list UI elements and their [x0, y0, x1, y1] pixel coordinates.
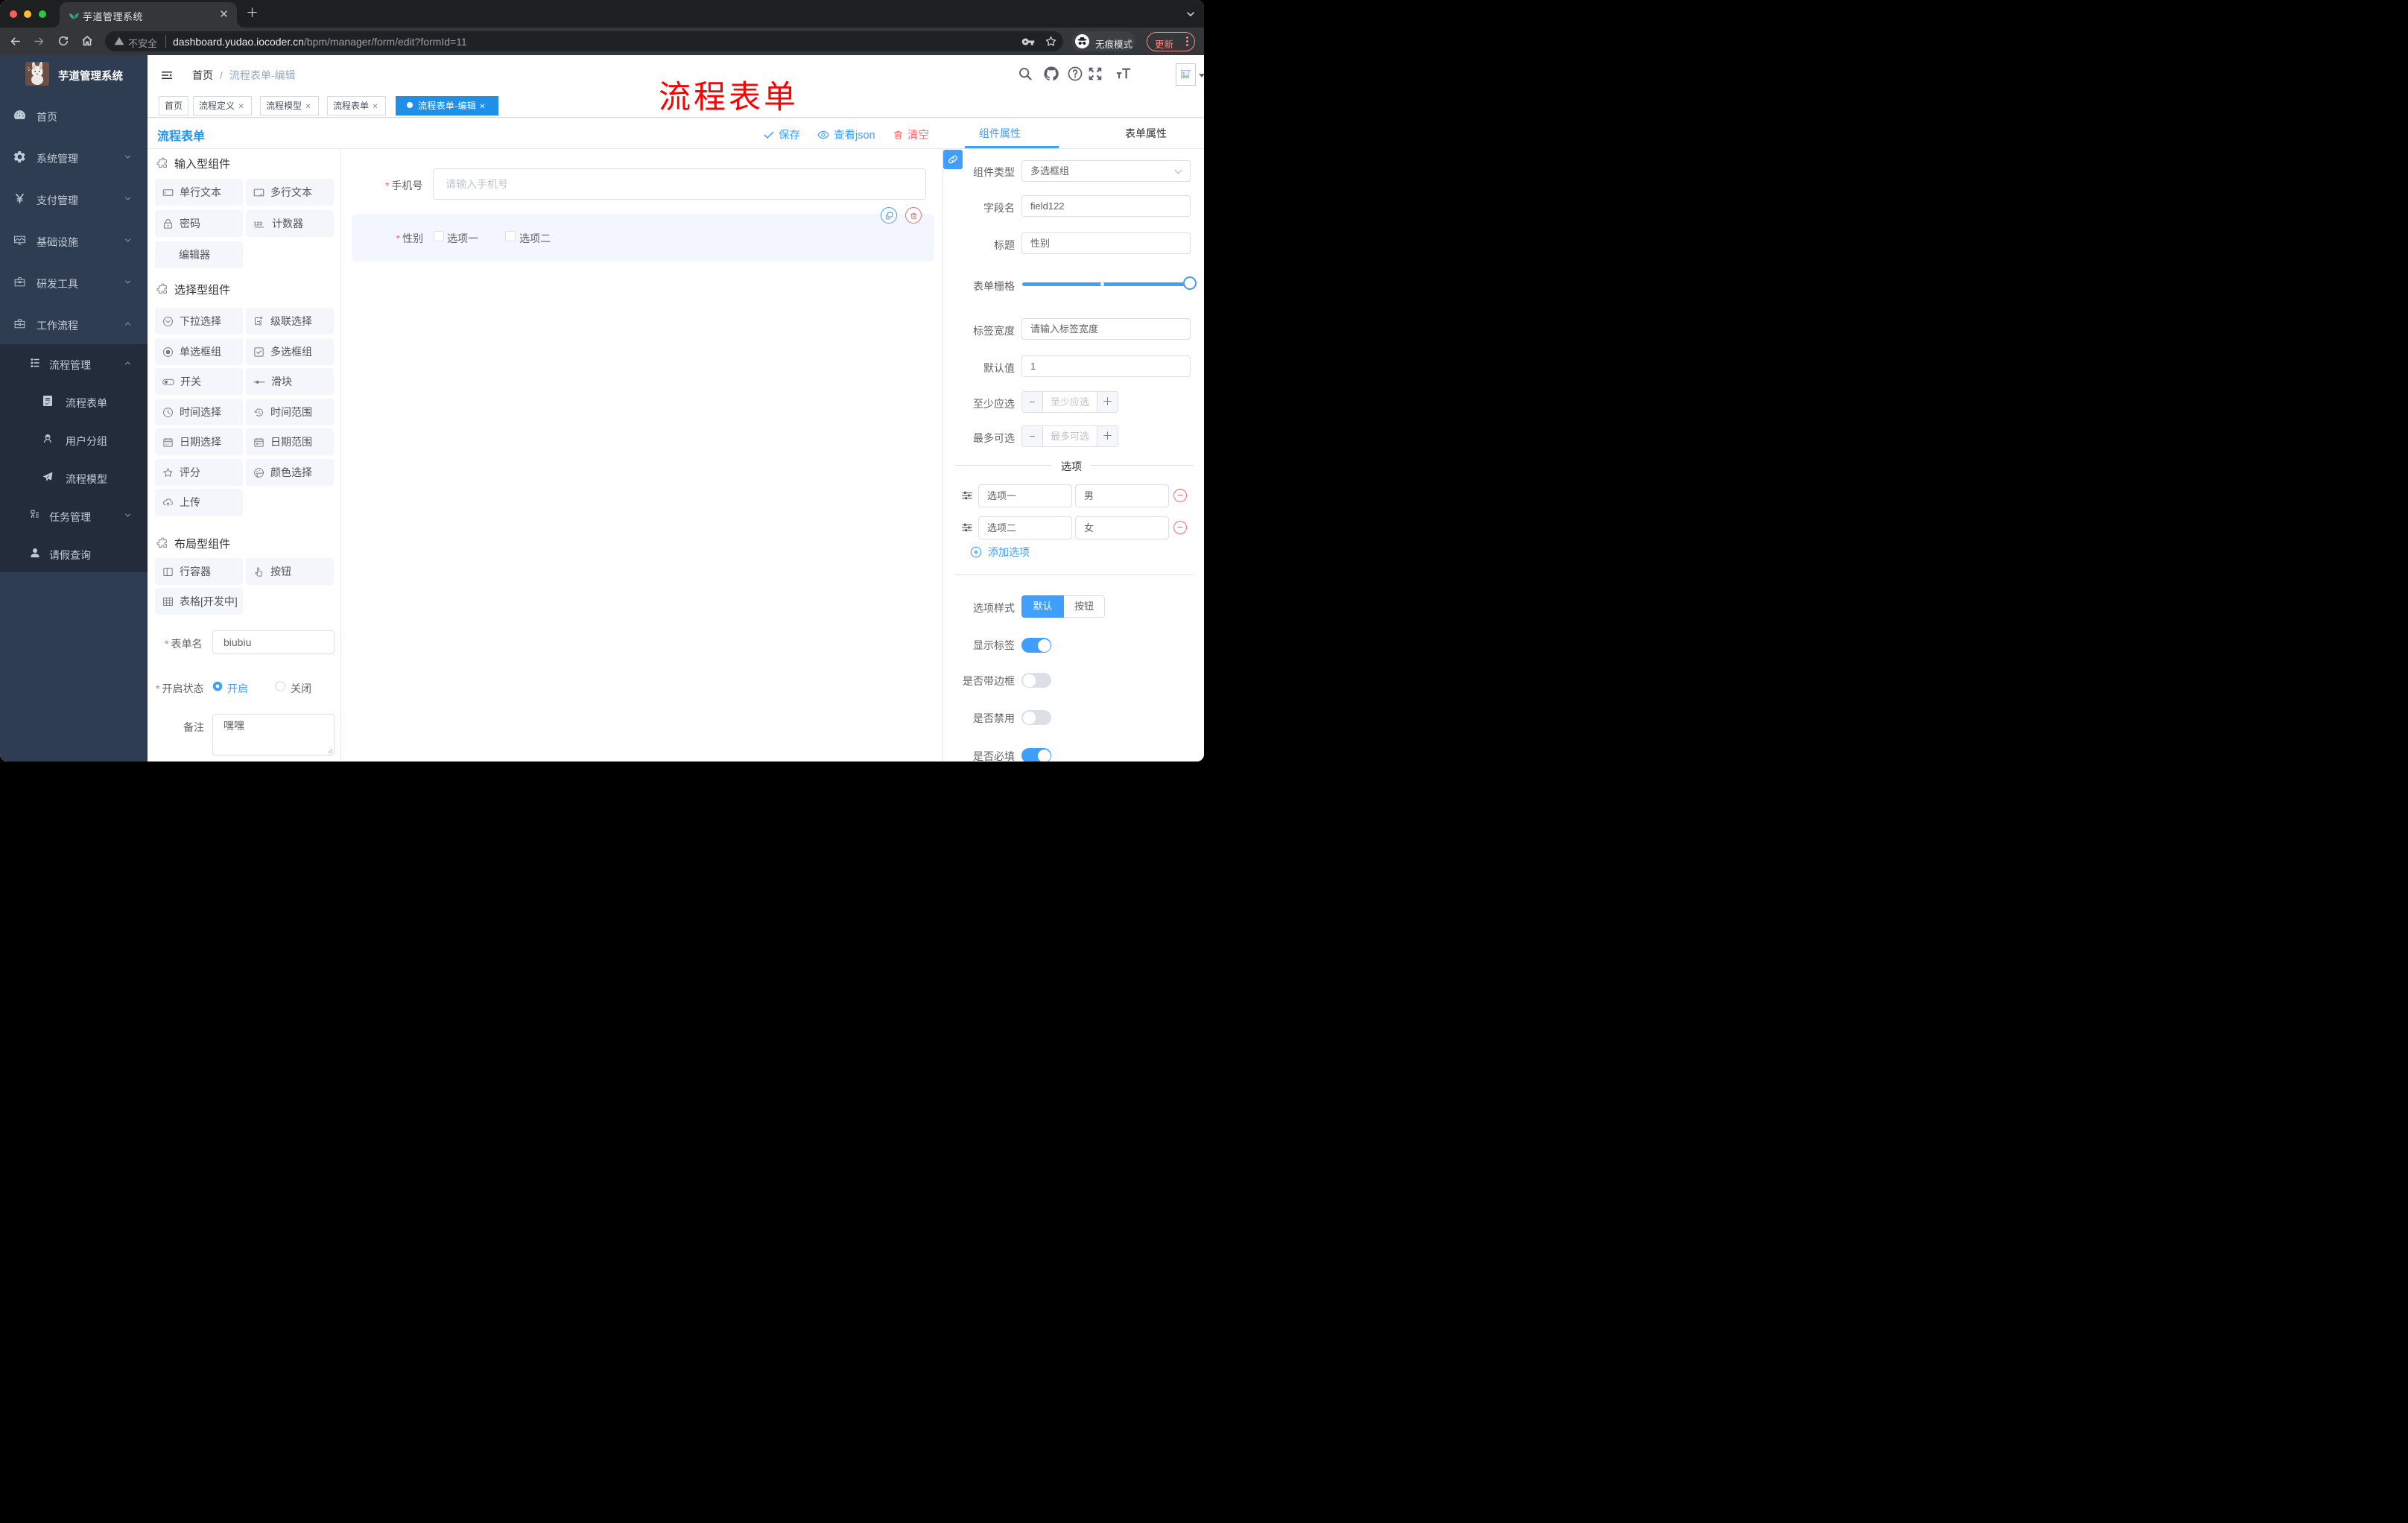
svg-text:123: 123: [253, 221, 262, 227]
